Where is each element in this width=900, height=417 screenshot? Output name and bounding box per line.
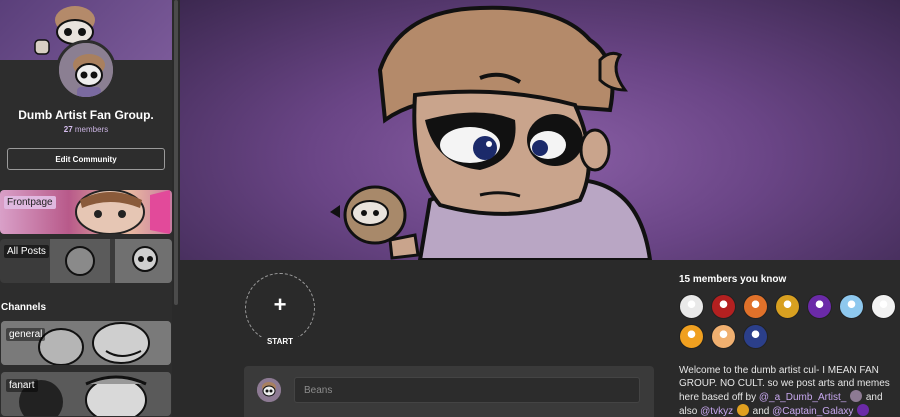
description-text: and: [752, 406, 770, 417]
member-count-label: members: [74, 125, 109, 134]
member-count-number: 27: [63, 125, 73, 134]
feed-all-posts-label: All Posts: [4, 245, 49, 258]
avatar-sketch-white[interactable]: [679, 294, 704, 319]
channel-fanart-label: fanart: [6, 379, 38, 392]
avatar-orange-gold[interactable]: [679, 324, 704, 349]
mention-link[interactable]: @Captain_Galaxy: [772, 406, 853, 417]
mention-avatar-icon: [736, 404, 749, 416]
post-input[interactable]: [294, 377, 640, 403]
channel-general-label: general: [6, 328, 46, 341]
avatar-red-black[interactable]: [711, 294, 736, 319]
members-you-know-heading: 15 members you know: [679, 274, 787, 285]
sidebar-scrollbar[interactable]: [174, 0, 178, 305]
feed-all-posts[interactable]: All Posts: [0, 239, 172, 283]
start-post-label: START: [245, 337, 315, 346]
avatar-yellow-pixel[interactable]: [775, 294, 800, 319]
feed-frontpage[interactable]: Frontpage: [0, 190, 172, 234]
channel-fanart[interactable]: fanart: [1, 372, 171, 416]
channels-heading: Channels: [1, 302, 47, 313]
avatar-orange-blue[interactable]: [743, 294, 768, 319]
mention-avatar-icon: [857, 404, 870, 416]
mention-link[interactable]: @tvkyz: [700, 406, 733, 417]
avatar-cake[interactable]: [711, 324, 736, 349]
community-page: Dumb Artist Fan Group. 27 members Edit C…: [0, 0, 900, 417]
post-composer: [244, 366, 654, 417]
community-avatar: [56, 40, 116, 100]
community-description: Welcome to the dumb artist cul- I MEAN F…: [679, 364, 895, 417]
community-info-panel: 15 members you know Welcome to the dumb …: [679, 270, 900, 417]
mention-link[interactable]: @_a_Dumb_Artist_: [759, 392, 846, 403]
member-count: 27 members: [0, 125, 172, 134]
channel-general[interactable]: general: [1, 321, 171, 365]
community-title: Dumb Artist Fan Group.: [18, 108, 154, 122]
plus-icon: +: [273, 292, 287, 317]
avatar-sketch-white-2[interactable]: [871, 294, 896, 319]
avatar-purple-orb[interactable]: [807, 294, 832, 319]
mention-avatar-icon: [850, 390, 863, 402]
start-post-button[interactable]: + START: [245, 273, 315, 349]
avatar-light-blue[interactable]: [839, 294, 864, 319]
edit-community-button[interactable]: Edit Community: [7, 148, 165, 170]
community-sidebar: Dumb Artist Fan Group. 27 members Edit C…: [0, 0, 172, 417]
community-hero-banner: [180, 0, 900, 260]
user-avatar: [257, 378, 281, 402]
avatar-dark-blue[interactable]: [743, 324, 768, 349]
feed-frontpage-label: Frontpage: [4, 196, 56, 209]
